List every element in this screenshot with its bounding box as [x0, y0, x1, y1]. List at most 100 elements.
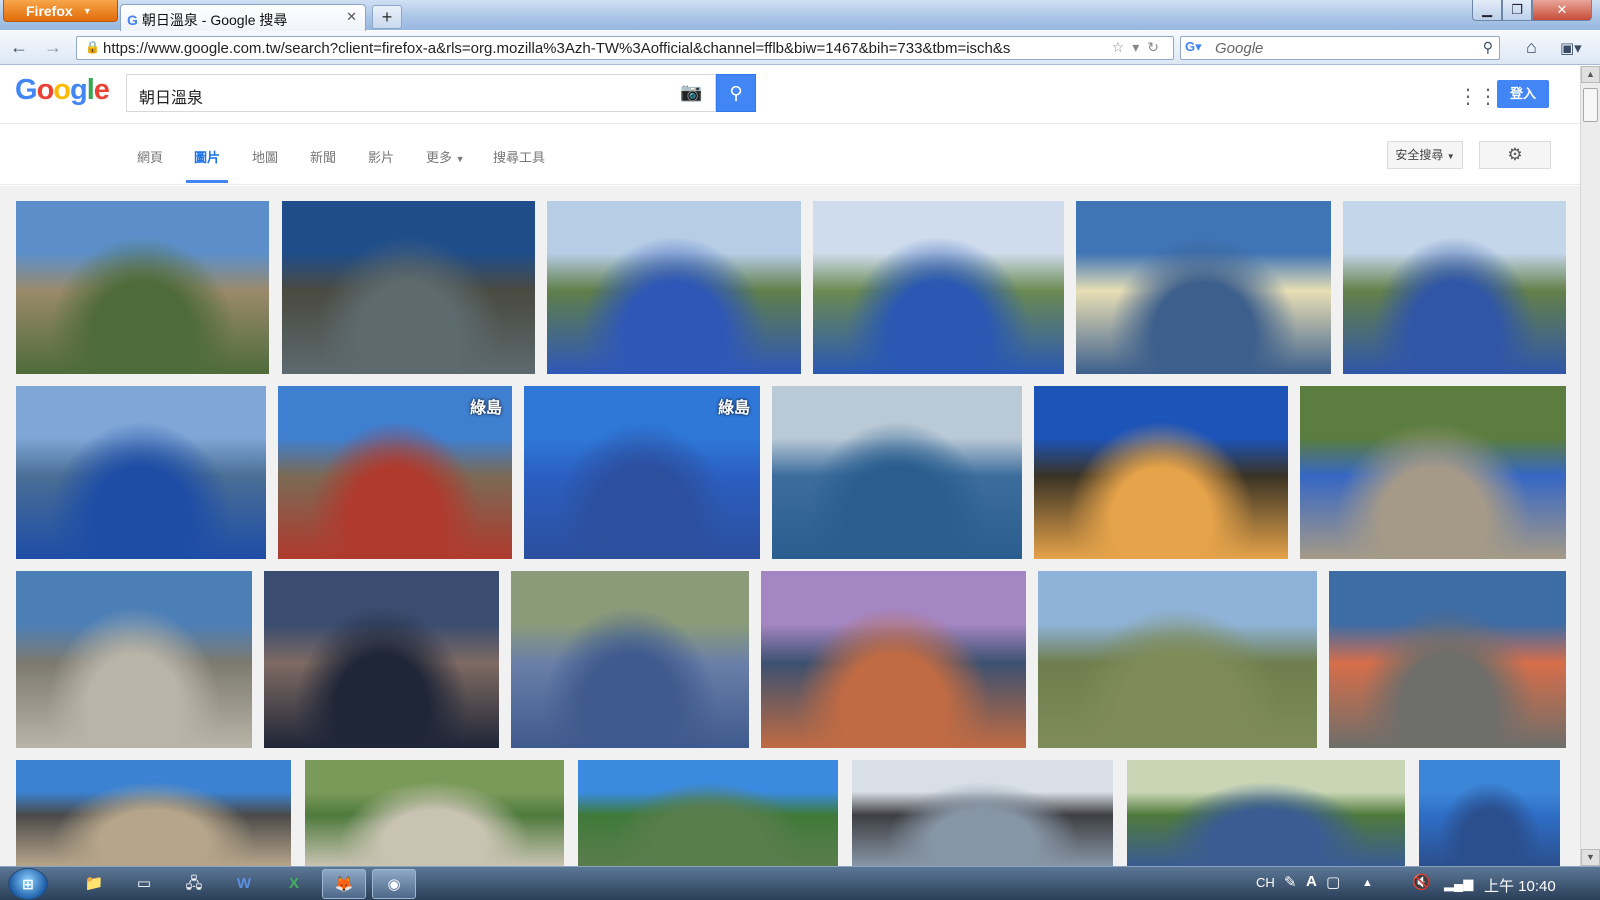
- browser-tab[interactable]: G 朝日溫泉 - Google 搜尋 ✕: [120, 4, 366, 31]
- sign-in-button[interactable]: 登入: [1497, 80, 1549, 108]
- image-result-thumbnail[interactable]: [16, 201, 269, 374]
- tab-more-label: 更多: [426, 150, 453, 165]
- windows-taskbar: ⊞ 📁 ▭ 🖧 W X 🦊 ◉ CH ✎ A ▢ ▲ 🔇 ▂▄▆ 上午 10:4…: [0, 866, 1600, 900]
- start-button[interactable]: ⊞: [8, 868, 48, 900]
- tab-images[interactable]: 圖片: [194, 147, 220, 166]
- file-explorer-icon[interactable]: 📁: [72, 869, 116, 899]
- reload-icon[interactable]: ↻: [1147, 39, 1167, 55]
- google-header: Google 朝日溫泉 📷 ⚲ ⋮⋮⋮ 登入: [0, 66, 1580, 124]
- navigation-toolbar: ← → 🔒 https://www.google.com.tw/search?c…: [0, 31, 1600, 65]
- scroll-up-icon[interactable]: ▲: [1581, 66, 1600, 83]
- safesearch-label: 安全搜尋: [1395, 148, 1444, 162]
- search-icon: ⚲: [729, 83, 743, 103]
- image-result-thumbnail[interactable]: [305, 760, 564, 866]
- chevron-down-icon: ▼: [1446, 152, 1455, 161]
- chevron-down-icon: ▼: [455, 154, 465, 164]
- url-bar[interactable]: 🔒 https://www.google.com.tw/search?clien…: [76, 36, 1174, 60]
- image-result-thumbnail[interactable]: [16, 760, 291, 866]
- tab-search-tools[interactable]: 搜尋工具: [493, 147, 545, 166]
- image-result-thumbnail[interactable]: [1343, 201, 1566, 374]
- keyboard-icon[interactable]: ▢: [1326, 873, 1340, 891]
- network-app-icon[interactable]: 🖧: [172, 869, 216, 899]
- scroll-down-icon[interactable]: ▼: [1581, 849, 1600, 866]
- url-text: https://www.google.com.tw/search?client=…: [103, 40, 1011, 57]
- search-tabs-bar: 網頁 圖片 地圖 新聞 影片 更多 ▼ 搜尋工具 安全搜尋 ▼ ⚙: [0, 125, 1580, 185]
- dropdown-icon[interactable]: ▾: [1132, 39, 1147, 55]
- bookmarks-menu-icon[interactable]: ▣▾: [1560, 39, 1582, 57]
- network-signal-icon[interactable]: ▂▄▆: [1444, 876, 1473, 892]
- chevron-down-icon: ▼: [82, 6, 92, 16]
- firefox-menu-button[interactable]: Firefox ▼: [3, 0, 118, 22]
- image-result-thumbnail[interactable]: [547, 201, 801, 374]
- back-arrow-icon[interactable]: ←: [10, 37, 28, 58]
- image-result-thumbnail[interactable]: [761, 571, 1026, 748]
- google-logo[interactable]: Google: [15, 74, 110, 107]
- image-result-thumbnail[interactable]: [852, 760, 1113, 866]
- word-icon[interactable]: W: [222, 869, 266, 899]
- google-favicon-icon: G: [127, 12, 138, 28]
- tab-maps[interactable]: 地圖: [252, 147, 278, 166]
- media-player-icon[interactable]: ▭: [122, 869, 166, 899]
- firefox-taskbar-icon[interactable]: 🦊: [322, 869, 366, 899]
- search-input[interactable]: 朝日溫泉: [126, 74, 716, 112]
- image-result-thumbnail[interactable]: [511, 571, 749, 748]
- search-button[interactable]: ⚲: [716, 74, 756, 112]
- forward-arrow-icon[interactable]: →: [44, 37, 62, 58]
- url-bar-tools: ☆▾↻: [1105, 39, 1167, 56]
- image-result-thumbnail[interactable]: [1300, 386, 1566, 559]
- chrome-taskbar-icon[interactable]: ◉: [372, 869, 416, 899]
- lock-icon: 🔒: [85, 40, 100, 54]
- image-result-thumbnail[interactable]: [16, 386, 266, 559]
- image-result-thumbnail[interactable]: [578, 760, 838, 866]
- close-window-button[interactable]: ✕: [1532, 0, 1592, 21]
- image-result-thumbnail[interactable]: [264, 571, 499, 748]
- home-icon[interactable]: ⌂: [1526, 37, 1537, 58]
- volume-icon[interactable]: 🔇: [1412, 873, 1431, 891]
- browser-search-bar[interactable]: G▾ Google ⚲: [1180, 36, 1500, 60]
- safesearch-button[interactable]: 安全搜尋 ▼: [1387, 141, 1463, 169]
- image-result-thumbnail[interactable]: [282, 201, 535, 374]
- camera-icon[interactable]: 📷: [680, 82, 702, 103]
- page-scrollbar[interactable]: ▲ ▼: [1580, 66, 1600, 866]
- image-result-thumbnail[interactable]: [1127, 760, 1405, 866]
- image-result-thumbnail[interactable]: [772, 386, 1022, 559]
- new-tab-button[interactable]: +: [372, 5, 402, 29]
- scroll-thumb[interactable]: [1583, 88, 1598, 122]
- ime-icon[interactable]: ✎: [1284, 873, 1297, 891]
- gear-icon: ⚙: [1507, 145, 1523, 164]
- image-result-thumbnail[interactable]: [1034, 386, 1288, 559]
- image-result-thumbnail[interactable]: [1419, 760, 1560, 866]
- image-result-thumbnail[interactable]: 綠島: [524, 386, 760, 559]
- active-tab-indicator: [186, 180, 228, 183]
- settings-button[interactable]: ⚙: [1479, 141, 1551, 169]
- google-engine-icon[interactable]: G▾: [1185, 39, 1202, 55]
- restore-button[interactable]: ❐: [1502, 0, 1532, 21]
- tray-expand-icon[interactable]: ▲: [1362, 877, 1373, 889]
- image-result-thumbnail[interactable]: [16, 571, 252, 748]
- minimize-button[interactable]: ▁: [1472, 0, 1502, 21]
- tab-videos[interactable]: 影片: [368, 147, 394, 166]
- image-result-thumbnail[interactable]: [1329, 571, 1566, 748]
- thumbnail-watermark: 綠島: [717, 400, 750, 417]
- image-result-thumbnail[interactable]: [1076, 201, 1331, 374]
- image-result-thumbnail[interactable]: [813, 201, 1064, 374]
- clock[interactable]: 上午 10:40: [1484, 875, 1556, 896]
- image-result-thumbnail[interactable]: [1038, 571, 1317, 748]
- tab-more[interactable]: 更多 ▼: [426, 147, 465, 166]
- search-query: 朝日溫泉: [139, 90, 204, 107]
- thumbnail-watermark: 綠島: [469, 400, 502, 417]
- font-mode-icon[interactable]: A: [1306, 873, 1317, 890]
- search-icon[interactable]: ⚲: [1483, 39, 1493, 56]
- excel-icon[interactable]: X: [272, 869, 316, 899]
- tab-web[interactable]: 網頁: [137, 147, 163, 166]
- tab-title: 朝日溫泉 - Google 搜尋: [141, 12, 288, 28]
- image-results-grid: 綠島 綠島: [0, 186, 1580, 866]
- image-result-thumbnail[interactable]: 綠島: [278, 386, 512, 559]
- close-tab-icon[interactable]: ✕: [346, 9, 357, 25]
- language-indicator[interactable]: CH: [1256, 875, 1275, 890]
- star-icon[interactable]: ☆: [1112, 39, 1133, 55]
- window-titlebar: Firefox ▼ G 朝日溫泉 - Google 搜尋 ✕ + ▁ ❐ ✕: [0, 0, 1600, 31]
- firefox-menu-label: Firefox: [26, 3, 73, 19]
- search-bar-placeholder: Google: [1215, 40, 1264, 57]
- tab-news[interactable]: 新聞: [310, 147, 336, 166]
